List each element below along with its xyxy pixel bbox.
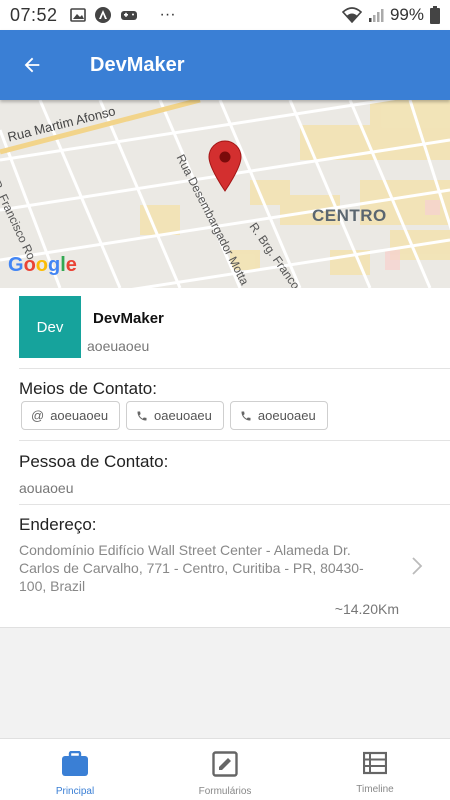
- contact-means-title: Meios de Contato:: [19, 379, 157, 398]
- chip-label: aoeuaoeu: [50, 408, 109, 423]
- arrow-back-icon: [24, 57, 40, 73]
- page-title: DevMaker: [90, 53, 185, 76]
- nav-label: Timeline: [356, 784, 394, 795]
- contact-person-title: Pessoa de Contato:: [19, 452, 169, 471]
- contact-chips: @ aoeuaoeu oaeuoaeu aoeuoaeu: [21, 401, 328, 430]
- company-name: DevMaker: [93, 310, 164, 327]
- map-pin-icon[interactable]: [207, 140, 243, 192]
- google-logo: Google: [8, 254, 77, 276]
- at-icon: @: [31, 408, 45, 423]
- list-icon: [363, 751, 387, 775]
- contact-chip-email[interactable]: @ aoeuaoeu: [21, 401, 121, 430]
- edit-icon: [212, 751, 238, 777]
- nav-item-principal[interactable]: Principal: [0, 739, 150, 800]
- nav-label: Formulários: [198, 786, 252, 797]
- game-controller-icon: [120, 11, 137, 20]
- phone-icon: [137, 411, 147, 420]
- status-bar: 07:52 ··· 99%: [0, 0, 450, 30]
- address-title: Endereço:: [19, 515, 97, 534]
- contact-chip-phone[interactable]: oaeuoaeu: [126, 401, 224, 430]
- contact-chip-phone-2[interactable]: aoeuoaeu: [229, 401, 328, 430]
- bottom-navigation: Principal Formulários Timeline: [0, 738, 450, 800]
- chip-label: oaeuoaeu: [154, 408, 212, 423]
- contact-person-value: aouaoeu: [19, 480, 74, 496]
- app-notification-icon: [94, 7, 111, 23]
- company-detail-card: Dev DevMaker aoeuaoeu Meios de Contato: …: [0, 288, 450, 628]
- wifi-icon: [341, 7, 362, 23]
- company-subtitle: aoeuaoeu: [87, 338, 150, 354]
- divider: [19, 368, 450, 369]
- signal-icon: [368, 9, 384, 22]
- company-logo: Dev: [19, 296, 81, 358]
- nav-label: Principal: [55, 786, 95, 797]
- image-icon: [69, 8, 86, 22]
- battery-percent: 99%: [389, 5, 424, 24]
- distance-label: ~14.20Km: [334, 601, 399, 617]
- nav-item-formularios[interactable]: Formulários: [150, 739, 300, 800]
- chevron-right-icon[interactable]: [410, 556, 424, 576]
- district-label: CENTRO: [312, 206, 387, 225]
- status-time: 07:52: [10, 4, 58, 25]
- company-header: Dev DevMaker aoeuaoeu: [0, 288, 450, 368]
- location-map[interactable]: Rua Martim Afonso R. Francisco Ro Rua De…: [0, 100, 450, 288]
- more-notifications-icon: ···: [159, 6, 176, 23]
- battery-icon: [430, 6, 440, 24]
- briefcase-icon: [62, 751, 88, 776]
- back-button[interactable]: [0, 30, 64, 100]
- divider: [19, 440, 450, 441]
- address-text[interactable]: Condomínio Edifício Wall Street Center -…: [19, 541, 364, 595]
- chip-label: aoeuoaeu: [257, 408, 316, 423]
- app-bar: DevMaker: [0, 30, 450, 100]
- phone-icon: [241, 411, 251, 420]
- divider: [19, 504, 450, 505]
- nav-item-timeline[interactable]: Timeline: [300, 739, 450, 800]
